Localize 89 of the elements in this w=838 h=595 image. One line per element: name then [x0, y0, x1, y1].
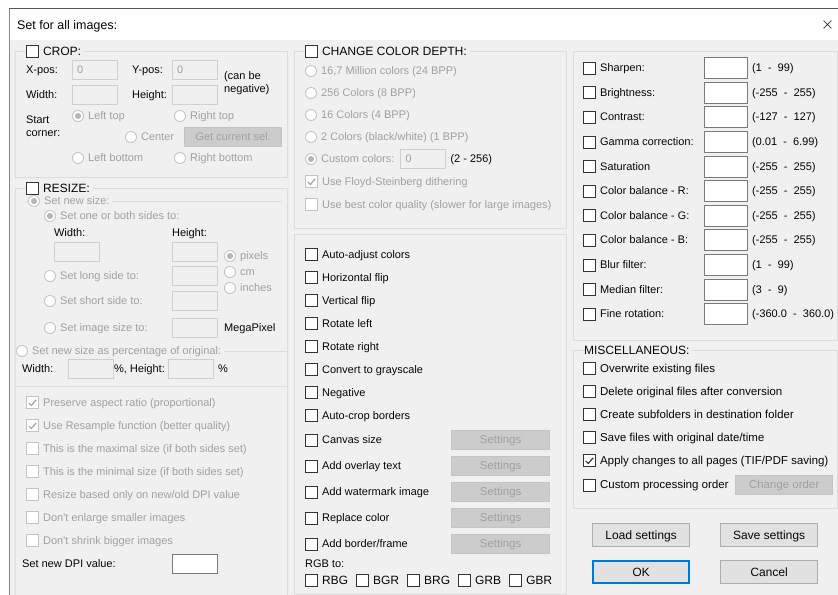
filter-value-field[interactable]: [704, 131, 748, 154]
width-percent-field[interactable]: [68, 359, 114, 379]
filter-value-field[interactable]: [704, 303, 748, 326]
range-text: (-255 - 255): [752, 185, 817, 198]
misc-checkbox[interactable]: Create subfolders in destination folder: [583, 408, 794, 421]
range-text: (-255 - 255): [752, 160, 817, 173]
filter-checkbox[interactable]: Median filter:: [583, 283, 704, 296]
misc-checkbox[interactable]: Delete original files after conversion: [583, 385, 782, 398]
filter-value-field[interactable]: [704, 57, 748, 80]
transform-checkbox[interactable]: Negative: [305, 386, 366, 399]
field-label: Width:: [26, 89, 58, 101]
window-title: Set for all images:: [17, 18, 118, 32]
range-text: (-360.0 - 360.0): [752, 308, 835, 320]
dialog-button[interactable]: Cancel: [720, 560, 818, 584]
filter-checkbox[interactable]: Color balance - R:: [583, 184, 704, 198]
transform-checkbox[interactable]: Canvas size: [305, 434, 382, 446]
filter-value-field[interactable]: [704, 204, 748, 227]
range-text: (0.01 - 6.99): [752, 136, 820, 148]
range-text: (2 - 256): [450, 153, 492, 165]
filter-value-field[interactable]: [704, 106, 748, 128]
transform-checkbox[interactable]: Replace color: [305, 512, 390, 524]
checkmark-icon: [28, 422, 37, 430]
dpi-field[interactable]: [172, 554, 218, 574]
range-text: (-255 - 255): [752, 234, 817, 246]
misc-title: MISCELLANEOUS:: [584, 343, 690, 357]
percent-sign: %: [218, 363, 228, 375]
filter-checkbox[interactable]: Color balance - G:: [583, 209, 704, 222]
transform-checkbox[interactable]: Add watermark image: [305, 486, 429, 498]
height-field[interactable]: [172, 242, 218, 262]
transform-checkbox[interactable]: Vertical flip: [305, 294, 376, 307]
filter-value-field[interactable]: [704, 82, 748, 104]
filter-checkbox[interactable]: Contrast:: [583, 110, 704, 124]
filter-checkbox[interactable]: Fine rotation:: [583, 308, 704, 321]
unit-label: MegaPixel: [224, 322, 276, 334]
transform-checkbox[interactable]: Rotate left: [305, 317, 372, 330]
dpi-label: Set new DPI value:: [22, 558, 117, 570]
filter-value-field[interactable]: [704, 229, 748, 252]
rgb-label: RGB to:: [305, 558, 346, 570]
corner-label: Start corner:: [26, 114, 62, 140]
note-text: (can be negative): [224, 70, 270, 94]
filter-checkbox[interactable]: Brightness:: [583, 86, 704, 100]
filter-value-field[interactable]: [704, 156, 748, 178]
misc-checkbox[interactable]: Apply changes to all pages (TIF/PDF saving): [583, 454, 828, 467]
misc-checkbox[interactable]: Custom processing order: [583, 478, 728, 492]
filter-value-field[interactable]: [704, 254, 748, 276]
misc-checkbox[interactable]: Overwrite existing files: [583, 362, 716, 375]
filter-value-field[interactable]: [704, 278, 748, 301]
filter-checkbox[interactable]: Gamma correction:: [583, 136, 704, 149]
image-size-field[interactable]: [172, 318, 218, 338]
misc-checkbox[interactable]: Save files with original date/time: [583, 431, 764, 444]
range-text: (-127 - 127): [752, 111, 817, 124]
field-label: X-pos:: [26, 64, 59, 76]
long-side-field[interactable]: [172, 266, 218, 286]
filter-checkbox[interactable]: Blur filter:: [583, 258, 704, 272]
transform-checkbox[interactable]: Horizontal flip: [305, 271, 389, 284]
rgb-checkbox[interactable]: GRB: [458, 573, 502, 587]
default-button[interactable]: OK: [592, 560, 690, 584]
range-text: (-255 - 255): [752, 86, 817, 99]
dialog-button[interactable]: Load settings: [592, 523, 690, 547]
rgb-checkbox[interactable]: BGR: [356, 573, 400, 587]
width-heading: Width:: [54, 227, 86, 239]
rgb-checkbox[interactable]: BRG: [407, 573, 450, 587]
field-label: Width:: [22, 363, 54, 375]
range-text: (3 - 9): [752, 284, 788, 296]
short-side-field[interactable]: [172, 291, 218, 311]
range-text: (-255 - 255): [752, 210, 817, 222]
transform-checkbox[interactable]: Auto-crop borders: [305, 409, 410, 422]
transform-checkbox[interactable]: Add overlay text: [305, 460, 401, 472]
range-text: (1 - 99): [752, 62, 795, 74]
filter-checkbox[interactable]: Saturation: [583, 160, 704, 174]
height-heading: Height:: [172, 227, 207, 239]
transform-checkbox[interactable]: Rotate right: [305, 340, 379, 353]
rgb-checkbox[interactable]: GBR: [509, 573, 552, 587]
filter-value-field[interactable]: [704, 180, 748, 202]
height-percent-field[interactable]: [168, 359, 214, 379]
transform-checkbox[interactable]: Convert to grayscale: [305, 363, 423, 376]
transform-checkbox[interactable]: Add border/frame: [305, 538, 408, 550]
field-label: Y-pos:: [132, 64, 164, 76]
transform-checkbox[interactable]: Auto-adjust colors: [305, 248, 410, 261]
rgb-checkbox[interactable]: RBG: [305, 573, 348, 587]
dialog-button[interactable]: Save settings: [720, 523, 818, 547]
field-label: %, Height:: [114, 363, 166, 375]
range-text: (1 - 99): [752, 259, 795, 272]
field-label: Height:: [132, 89, 168, 101]
checkmark-icon: [307, 178, 316, 186]
filter-checkbox[interactable]: Color balance - B:: [583, 234, 704, 247]
filter-checkbox[interactable]: Sharpen:: [583, 62, 704, 75]
checkmark-icon: [585, 456, 594, 464]
checkmark-icon: [28, 398, 37, 406]
